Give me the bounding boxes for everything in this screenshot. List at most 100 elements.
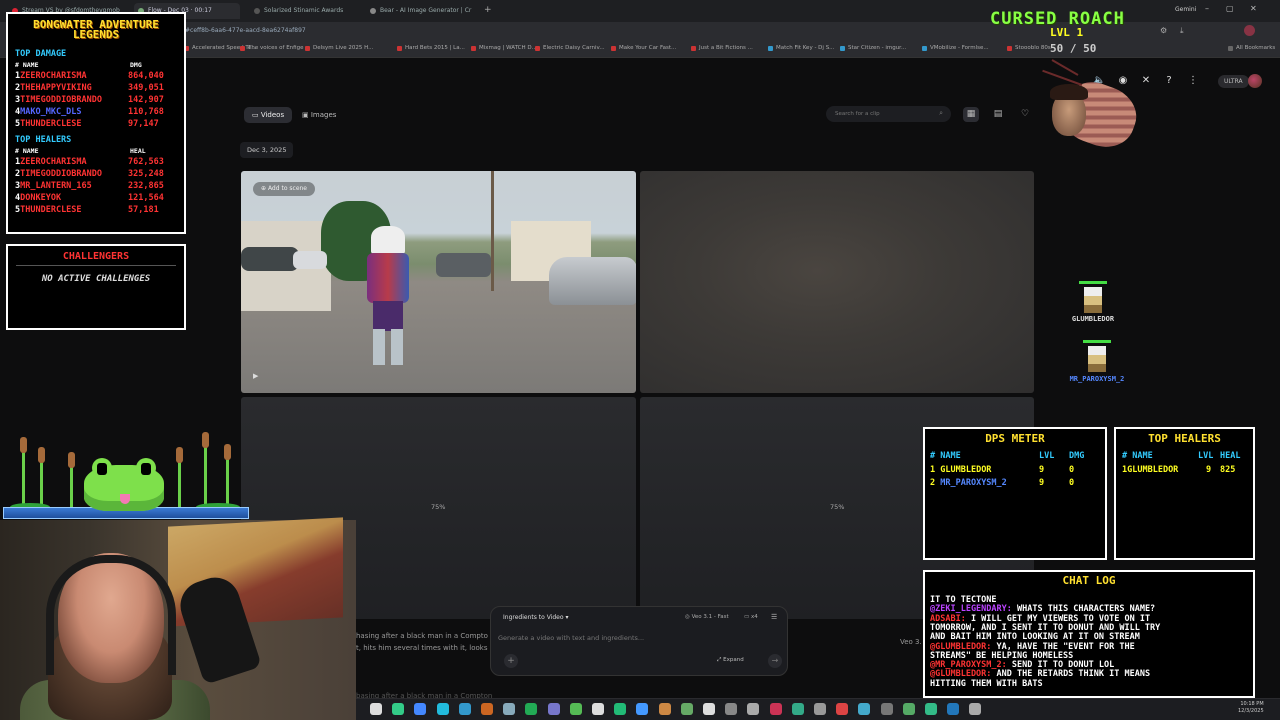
list-view-icon[interactable]: ▤ — [990, 107, 1006, 122]
send-icon[interactable]: → — [768, 654, 782, 668]
bookmark-item[interactable]: Electric Daisy Carniv... — [535, 45, 605, 51]
bookmark-item[interactable]: Match Fit Key - Dj S... — [768, 45, 834, 51]
utility-pole — [491, 171, 494, 291]
prompt-input[interactable]: Generate a video with text and ingredien… — [498, 634, 644, 642]
minion-health-bar — [1083, 340, 1111, 343]
taskbar-app-icon[interactable] — [614, 703, 627, 715]
cattail — [68, 452, 75, 468]
taskbar-app-icon[interactable] — [636, 703, 649, 715]
download-icon[interactable]: ⤓ — [1180, 26, 1184, 36]
video-tile-1[interactable]: ▶ — [241, 171, 636, 393]
leaderboard-row: 1ZEEROCHARISMA 762,563 — [15, 157, 164, 167]
gemini-button[interactable]: Gemini — [1175, 6, 1196, 13]
taskbar-app-icon[interactable] — [370, 703, 382, 715]
taskbar-app-icon[interactable] — [414, 703, 427, 715]
system-clock[interactable]: 10:18 PM 12/3/2025 — [1238, 701, 1264, 715]
leaderboard-row: 5THUNDERCLESE 57,181 — [15, 205, 159, 215]
taskbar-app-icon[interactable] — [791, 703, 804, 715]
browser-tab[interactable]: Bear - AI Image Generator | Cr — [366, 3, 478, 19]
taskbar-app-icon[interactable] — [814, 703, 826, 715]
clip-search-input[interactable]: Search for a clip ⌕ — [826, 106, 951, 122]
taskbar-app-icon[interactable] — [703, 703, 715, 715]
minimize-icon[interactable]: – — [1205, 4, 1209, 13]
taskbar-app-icon[interactable] — [592, 703, 604, 715]
url-text[interactable]: #ceff8b-6aa6-477e-aacd-8ea6274af897 — [185, 27, 306, 34]
progress-label: 75% — [830, 503, 845, 511]
add-to-scene-button[interactable]: ⊕ Add to scene — [253, 182, 316, 196]
taskbar-app-icon[interactable] — [769, 703, 782, 715]
taskbar-app-icon[interactable] — [858, 703, 871, 715]
taskbar-app-icon[interactable] — [747, 703, 760, 715]
output-count[interactable]: ▭ x4 — [744, 614, 758, 620]
leaderboard-row: 2TIMEGODDIOBRANDO 325,248 — [15, 169, 164, 179]
dps-lvl: 9 — [1039, 465, 1045, 475]
taskbar-app-icon[interactable] — [969, 703, 982, 715]
discord-icon[interactable]: ◉ — [1117, 75, 1129, 87]
favorites-icon[interactable]: ♡ — [1017, 107, 1033, 122]
taskbar-app-icon[interactable] — [925, 703, 937, 715]
maximize-icon[interactable]: ▢ — [1226, 4, 1234, 13]
taskbar-app-icon[interactable] — [481, 703, 493, 715]
browser-tab[interactable]: Solarized Stinamic Awards — [250, 3, 358, 19]
add-ingredient-icon[interactable]: + — [504, 654, 518, 668]
bookmark-item[interactable]: Delsym Live 2025 H... — [305, 45, 373, 51]
grid-view-icon[interactable]: ▦ — [963, 107, 979, 122]
taskbar-app-icon[interactable] — [680, 703, 693, 715]
mode-dropdown[interactable]: Ingredients to Video ▾ — [503, 614, 568, 621]
leaderboard-row: 3MR_LANTERN_165 232,865 — [15, 181, 164, 191]
leaderboard-row: 4MAKO_MKC_DLS 110,768 — [15, 107, 164, 117]
taskbar-app-icon[interactable] — [392, 703, 405, 715]
date-chip: Dec 3, 2025 — [240, 142, 294, 158]
boss-level: LVL 1 — [1050, 26, 1084, 39]
dps-row: 1 GLUMBLEDOR — [930, 465, 992, 475]
taskbar-app-icon[interactable] — [902, 703, 915, 715]
taskbar-app-icon[interactable] — [569, 703, 582, 715]
count-icon: ▭ — [744, 614, 751, 620]
bookmark-item[interactable]: Hard Bets 2015 | La... — [397, 45, 465, 51]
profile-avatar[interactable] — [1244, 25, 1255, 36]
close-icon[interactable]: ✕ — [1250, 4, 1257, 13]
extensions-icon[interactable]: ⚙ — [1160, 26, 1167, 35]
video-tile-2[interactable] — [640, 171, 1034, 393]
taskbar-app-icon[interactable] — [725, 703, 738, 715]
more-menu-icon[interactable]: ⋮ — [1187, 75, 1199, 87]
taskbar-app-icon[interactable] — [947, 703, 960, 715]
chat-log-title: CHAT LOG — [1062, 574, 1116, 587]
taskbar-app-icon[interactable] — [658, 703, 671, 715]
bookmark-item[interactable]: Mixmag | WATCH D... — [471, 45, 537, 51]
taskbar-app-icon[interactable] — [458, 703, 471, 715]
play-icon[interactable]: ▶ — [253, 372, 258, 380]
healer-heal: 825 — [1220, 465, 1236, 475]
expand-button[interactable]: ⤢ Expand — [717, 657, 744, 664]
model-selector[interactable]: ◎ Veo 3.1 - Fast — [685, 614, 729, 620]
dps-meter-panel — [923, 427, 1107, 560]
help-icon[interactable]: ? — [1163, 75, 1175, 87]
bookmark-item[interactable]: Star Citizen - imgur... — [840, 45, 906, 51]
taskbar-app-icon[interactable] — [880, 703, 893, 715]
user-avatar[interactable] — [1248, 74, 1262, 88]
reed — [226, 452, 229, 507]
settings-icon[interactable]: ☰ — [771, 613, 777, 621]
boot — [373, 329, 385, 365]
taskbar-app-icon[interactable] — [547, 703, 560, 715]
new-tab-icon[interactable]: + — [484, 5, 492, 15]
taskbar-app-icon[interactable] — [436, 703, 449, 715]
dps-meter-title: DPS METER — [985, 432, 1045, 445]
videos-filter-button[interactable]: ▭ Videos — [244, 107, 293, 123]
x-icon[interactable]: ✕ — [1140, 75, 1152, 87]
taskbar-app-icon[interactable] — [525, 703, 538, 715]
taskbar-app-icon[interactable] — [836, 703, 849, 715]
bookmark-item[interactable]: The voices of Enfige ... — [240, 45, 311, 51]
dps-dmg: 0 — [1069, 478, 1075, 488]
bookmark-item[interactable]: All Bookmarks — [1228, 45, 1275, 51]
dps-col-name: # NAME — [930, 451, 961, 461]
images-filter-button[interactable]: ▣ Images — [294, 107, 344, 123]
bookmark-item[interactable]: Stoooblo 80s — [1007, 45, 1051, 51]
damage-col-name: # NAME — [15, 61, 39, 69]
bookmark-item[interactable]: VMobilize - Formlse... — [922, 45, 989, 51]
taskbar-app-icon[interactable] — [503, 703, 516, 715]
ultra-badge: ULTRA — [1218, 75, 1249, 88]
bookmark-item[interactable]: Make Your Car Fast... — [611, 45, 676, 51]
bookmark-item[interactable]: Just a Bit Fictions ... — [691, 45, 753, 51]
search-icon: ⌕ — [939, 109, 943, 117]
